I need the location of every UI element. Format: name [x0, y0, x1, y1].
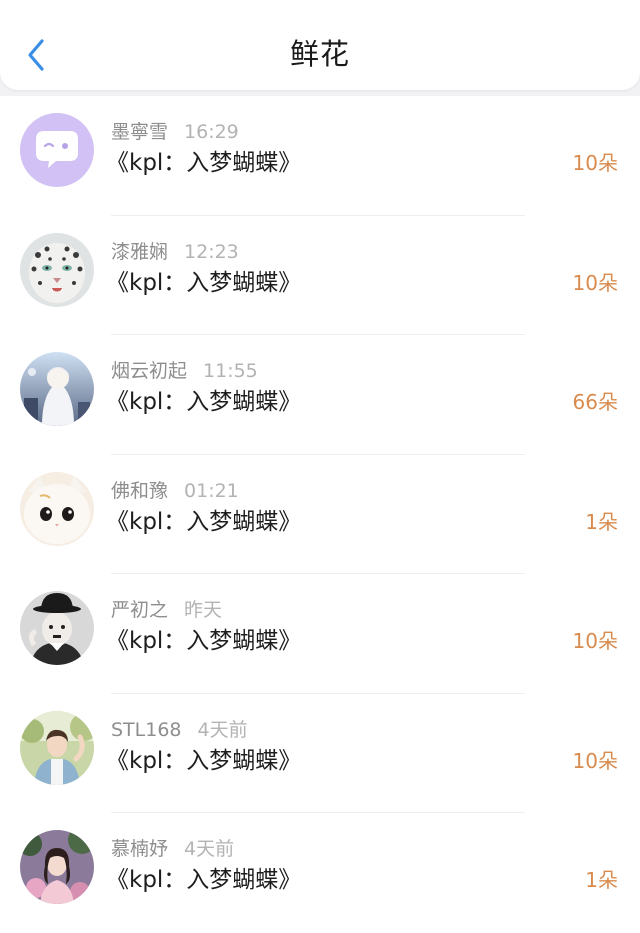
sender-name: 佛和豫: [111, 479, 169, 502]
gift-target: 《kpl：入梦蝴蝶》: [106, 747, 302, 774]
boy-photo-avatar[interactable]: [20, 710, 94, 785]
gift-target: 《kpl：入梦蝴蝶》: [106, 389, 302, 415]
sender-name: 烟云初起: [111, 360, 188, 382]
list-item[interactable]: STL168 4天前 《kpl：入梦蝴蝶》 10朵: [0, 694, 640, 813]
list-item[interactable]: 慕楠妤 4天前 《kpl：入梦蝴蝶》 1朵: [0, 813, 640, 933]
sender-name: 严初之: [111, 599, 169, 621]
flower-count: 10朵: [572, 629, 618, 653]
sender-name: 慕楠妤: [111, 838, 169, 860]
bowler-hat-man-avatar[interactable]: [20, 591, 94, 665]
flower-count: 10朵: [572, 748, 618, 773]
list-item[interactable]: 严初之 昨天 《kpl：入梦蝴蝶》 10朵: [0, 574, 640, 694]
gift-target: 《kpl：入梦蝴蝶》: [106, 269, 302, 296]
sender-meta: STL168 4天前: [111, 718, 248, 742]
list-item[interactable]: 佛和豫 01:21 《kpl：入梦蝴蝶》 1朵: [0, 455, 640, 574]
flower-count: 66朵: [572, 390, 618, 414]
sender-name: 墨寧雪: [111, 121, 169, 143]
gift-target: 《kpl：入梦蝴蝶》: [106, 508, 302, 535]
sent-time: 11:55: [203, 360, 258, 382]
sent-time: 昨天: [184, 599, 223, 621]
snow-leopard-avatar[interactable]: [20, 232, 94, 307]
list-item[interactable]: 烟云初起 11:55 《kpl：入梦蝴蝶》 66朵: [0, 335, 640, 455]
sender-name: 漆雅娴: [111, 240, 169, 263]
sent-time: 4天前: [197, 718, 248, 741]
gift-list: 墨寧雪 16:29 《kpl：入梦蝴蝶》 10朵 漆雅娴 12:23 《kpl：…: [0, 96, 640, 933]
anime-girl-avatar[interactable]: [20, 352, 94, 426]
sender-meta: 漆雅娴 12:23: [111, 240, 239, 264]
flower-count: 10朵: [572, 151, 618, 175]
sender-meta: 慕楠妤 4天前: [111, 837, 234, 861]
top-bar: 鲜花: [0, 0, 640, 90]
list-item[interactable]: 墨寧雪 16:29 《kpl：入梦蝴蝶》 10朵: [0, 96, 640, 216]
sent-time: 12:23: [184, 240, 239, 263]
chat-bubble-avatar[interactable]: [20, 113, 94, 187]
page-title: 鲜花: [289, 37, 350, 71]
flower-count: 10朵: [572, 270, 618, 295]
list-item[interactable]: 漆雅娴 12:23 《kpl：入梦蝴蝶》 10朵: [0, 216, 640, 335]
flower-count: 1朵: [585, 509, 618, 534]
gift-target: 《kpl：入梦蝴蝶》: [106, 628, 302, 654]
sender-meta: 烟云初起 11:55: [111, 359, 258, 383]
flower-count: 1朵: [585, 868, 618, 892]
gift-target: 《kpl：入梦蝴蝶》: [106, 150, 302, 176]
sent-time: 01:21: [184, 479, 239, 502]
white-cat-avatar[interactable]: [20, 471, 94, 546]
girl-flowers-avatar[interactable]: [20, 830, 94, 904]
gift-target: 《kpl：入梦蝴蝶》: [106, 867, 302, 893]
sender-meta: 墨寧雪 16:29: [111, 120, 239, 144]
sender-meta: 严初之 昨天: [111, 598, 222, 622]
sent-time: 16:29: [184, 121, 239, 143]
sender-meta: 佛和豫 01:21: [111, 479, 239, 503]
sender-name: STL168: [111, 718, 182, 741]
sent-time: 4天前: [184, 838, 235, 860]
